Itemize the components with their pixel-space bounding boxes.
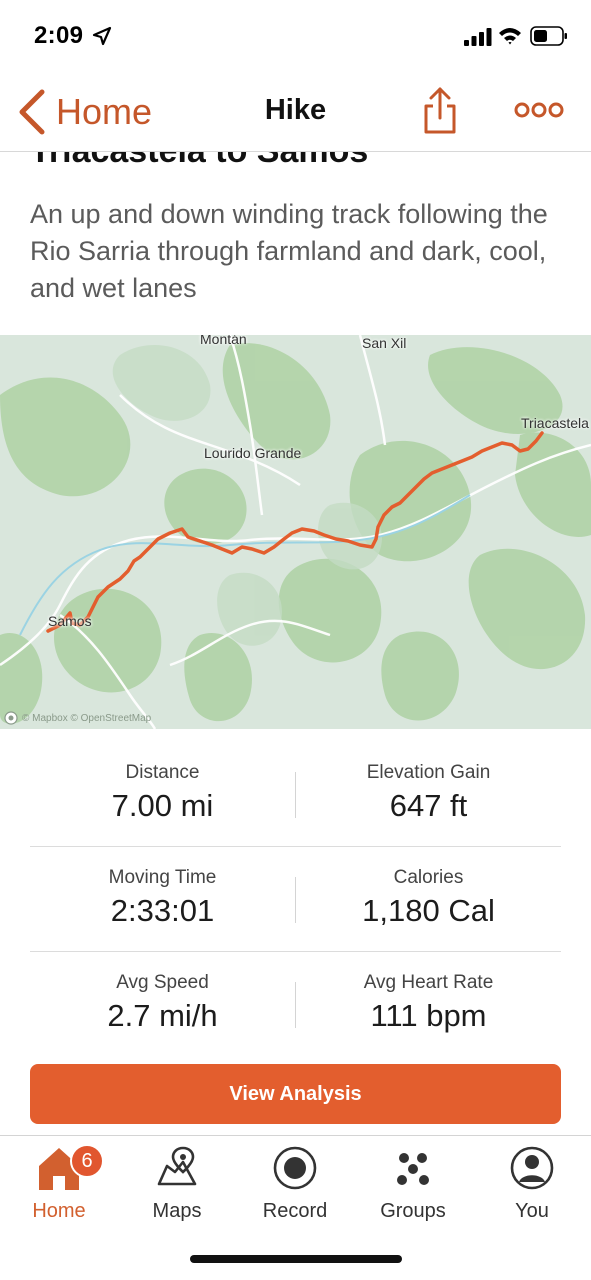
activity-description: An up and down winding track following t…	[30, 199, 548, 303]
share-icon[interactable]	[420, 86, 460, 136]
stat-label: Avg Heart Rate	[363, 972, 494, 993]
map-label-samos: Samos	[48, 613, 92, 629]
tab-label: You	[515, 1200, 549, 1222]
nav-header: Home Hike	[0, 72, 591, 152]
status-bar: 2:09	[0, 0, 591, 72]
stat-calories: Calories 1,180 Cal	[296, 847, 561, 952]
stat-value: 2.7 mi/h	[107, 998, 218, 1033]
battery-icon	[530, 26, 567, 46]
tab-maps[interactable]: Maps	[118, 1142, 236, 1242]
mapbox-logo-icon	[4, 711, 18, 725]
profile-icon	[510, 1146, 554, 1190]
chevron-left-icon	[19, 89, 45, 135]
tab-label: Maps	[152, 1200, 202, 1222]
stat-label: Calories	[393, 867, 464, 888]
cellular-signal-icon	[464, 28, 492, 46]
back-button[interactable]: Home	[14, 84, 152, 140]
back-label: Home	[56, 91, 153, 132]
map-attribution-text: © Mapbox © OpenStreetMap	[22, 712, 152, 724]
stat-label: Distance	[125, 762, 200, 783]
map-attribution[interactable]: © Mapbox © OpenStreetMap	[4, 711, 151, 725]
tab-groups[interactable]: Groups	[354, 1142, 472, 1242]
tab-home[interactable]: 6 Home	[0, 1142, 118, 1242]
wifi-icon	[499, 28, 521, 45]
notification-badge: 6	[70, 1144, 104, 1178]
tab-label: Home	[32, 1200, 86, 1222]
record-icon	[273, 1146, 317, 1190]
groups-icon	[397, 1153, 429, 1185]
map-label-san-xil: San Xil	[362, 335, 407, 351]
map-label-triacastela: Triacastela	[521, 415, 589, 431]
tab-label: Record	[262, 1200, 328, 1222]
stat-avg-heart-rate: Avg Heart Rate 111 bpm	[296, 952, 561, 1057]
tab-record[interactable]: Record	[236, 1142, 354, 1242]
map-label-lourido-grande: Lourido Grande	[204, 445, 302, 461]
stat-avg-speed: Avg Speed 2.7 mi/h	[30, 952, 295, 1057]
stat-label: Moving Time	[108, 867, 217, 888]
stat-label: Avg Speed	[116, 972, 209, 993]
stat-value: 647 ft	[389, 788, 468, 823]
map-label-montan: Montán	[200, 335, 247, 347]
stat-moving-time: Moving Time 2:33:01	[30, 847, 295, 952]
view-analysis-button[interactable]: View Analysis	[30, 1064, 561, 1124]
stat-value: 1,180 Cal	[362, 893, 495, 928]
stat-value: 7.00 mi	[111, 788, 214, 823]
stat-elevation-gain: Elevation Gain 647 ft	[296, 742, 561, 847]
status-time: 2:09	[34, 22, 84, 49]
tab-you[interactable]: You	[473, 1142, 591, 1242]
map-canvas	[0, 335, 591, 729]
stat-row: Moving Time 2:33:01 Calories 1,180 Cal	[30, 847, 561, 952]
activity-stats: Distance 7.00 mi Elevation Gain 647 ft M…	[30, 742, 561, 1057]
stat-value: 2:33:01	[110, 893, 215, 928]
stat-label: Elevation Gain	[366, 762, 491, 783]
stat-row: Avg Speed 2.7 mi/h Avg Heart Rate 111 bp…	[30, 952, 561, 1057]
home-indicator	[190, 1255, 402, 1263]
stat-row: Distance 7.00 mi Elevation Gain 647 ft	[30, 742, 561, 847]
tab-label: Groups	[380, 1200, 446, 1222]
location-arrow-icon	[92, 26, 112, 46]
route-map[interactable]: Montán San Xil Triacastela Lourido Grand…	[0, 335, 591, 729]
maps-icon	[157, 1146, 197, 1186]
stat-distance: Distance 7.00 mi	[30, 742, 295, 847]
more-options-icon[interactable]	[514, 100, 564, 120]
stat-value: 111 bpm	[370, 998, 487, 1033]
